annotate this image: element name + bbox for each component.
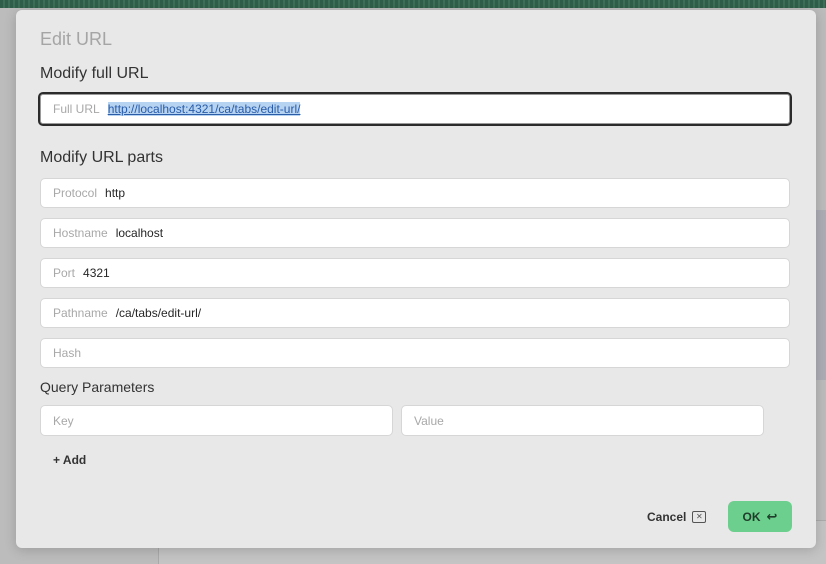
hostname-input[interactable]: Hostname localhost	[40, 218, 790, 248]
url-parts-section-title: Modify URL parts	[40, 149, 163, 166]
ok-button[interactable]: OK ↩	[728, 501, 792, 532]
dialog-title: Edit URL	[40, 29, 113, 49]
pathname-value: /ca/tabs/edit-url/	[115, 306, 202, 320]
escape-key-icon: ✕	[692, 511, 707, 523]
hostname-label: Hostname	[53, 226, 108, 240]
query-key-input[interactable]: Key	[40, 405, 393, 436]
port-input[interactable]: Port 4321	[40, 258, 790, 288]
pathname-input[interactable]: Pathname /ca/tabs/edit-url/	[40, 298, 790, 328]
full-url-section-title: Modify full URL	[40, 65, 149, 82]
query-key-placeholder: Key	[53, 413, 74, 428]
query-value-placeholder: Value	[414, 413, 444, 428]
full-url-selected-text: http://localhost:4321/ca/tabs/edit-url/	[107, 102, 301, 116]
full-url-value: http://localhost:4321/ca/tabs/edit-url/	[107, 102, 301, 116]
protocol-label: Protocol	[53, 186, 98, 200]
protocol-input[interactable]: Protocol http	[40, 178, 790, 208]
port-label: Port	[53, 266, 76, 280]
cancel-button[interactable]: Cancel ✕	[647, 510, 707, 524]
protocol-value: http	[105, 186, 126, 200]
enter-key-icon: ↩	[766, 508, 778, 524]
edit-url-dialog: Edit URL Modify full URL Full URL http:/…	[16, 10, 816, 548]
cancel-label: Cancel	[647, 510, 687, 524]
full-url-input[interactable]: Full URL http://localhost:4321/ca/tabs/e…	[38, 92, 792, 126]
hash-label: Hash	[53, 346, 82, 360]
query-parameters-title: Query Parameters	[40, 379, 155, 395]
ok-label: OK	[742, 509, 761, 524]
query-value-input[interactable]: Value	[401, 405, 764, 436]
full-url-label: Full URL	[53, 102, 100, 116]
add-query-param-button[interactable]: + Add	[53, 453, 86, 467]
port-value: 4321	[83, 266, 110, 280]
pathname-label: Pathname	[53, 306, 108, 320]
background-top-strip	[0, 0, 826, 8]
hash-input[interactable]: Hash	[40, 338, 790, 368]
hostname-value: localhost	[115, 226, 164, 240]
background-side-panel	[815, 210, 826, 380]
